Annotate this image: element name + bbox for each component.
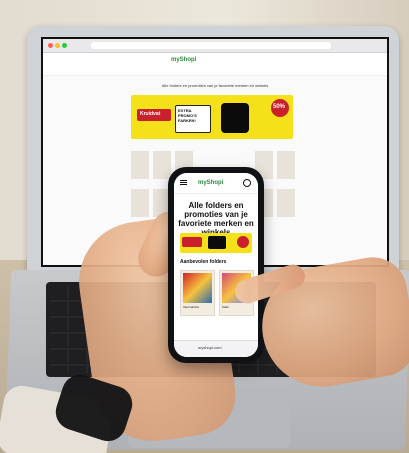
phone-page-heading: Alle folders en promoties van je favorie… [178,201,254,237]
folder-card-intermarche[interactable]: Intermarché [180,270,215,316]
photo-scene: myShopi Alle folders en promoties van je… [0,0,409,453]
folder-thumbnail [183,273,212,303]
folder-name: Kiabi [222,305,229,309]
folder-card [131,189,149,217]
phone-screen: myShopi Alle folders en promoties van je… [174,173,258,357]
laptop-page-heading: Alle folders en promoties van je favorie… [161,83,269,88]
banner-headline: EXTRA PROMO'S FARKEN! [178,108,197,123]
folder-name: Intermarché [183,305,200,309]
discount-badge-text: 50% [273,104,286,110]
laptop-promo-banner: Kruidvat EXTRA PROMO'S FARKEN! 50% [131,95,293,139]
menu-icon[interactable] [180,180,187,181]
folder-card [131,151,149,179]
phone-promo-banner[interactable] [180,233,252,253]
search-icon[interactable] [243,179,251,187]
folder-card [277,189,295,217]
minimize-dot-icon [55,43,60,48]
recommended-folders-title: Aanbevolen folders [180,259,227,265]
phone-banner-brand [182,237,202,247]
phone-banner-illustration [208,236,226,249]
phone-illustration [221,103,249,133]
browser-toolbar [43,39,387,53]
folder-card [153,151,171,179]
close-dot-icon [48,43,53,48]
banner-brand-label: Kruidvat [137,109,171,121]
banner-headline-box: EXTRA PROMO'S FARKEN! [175,105,211,133]
phone-url: myshopi.com [198,345,222,350]
maximize-dot-icon [62,43,67,48]
discount-badge: 50% [271,99,289,117]
folder-card [277,151,295,179]
phone-logo: myShopi [198,180,224,186]
site-header: myShopi [43,53,387,76]
address-bar [91,42,331,49]
phone-bottom-bar: myshopi.com [174,340,258,357]
phone-header: myShopi [174,173,258,194]
phone-discount-badge [237,236,249,248]
site-logo: myShopi [171,57,197,63]
banner-brand-text: Kruidvat [140,111,161,117]
